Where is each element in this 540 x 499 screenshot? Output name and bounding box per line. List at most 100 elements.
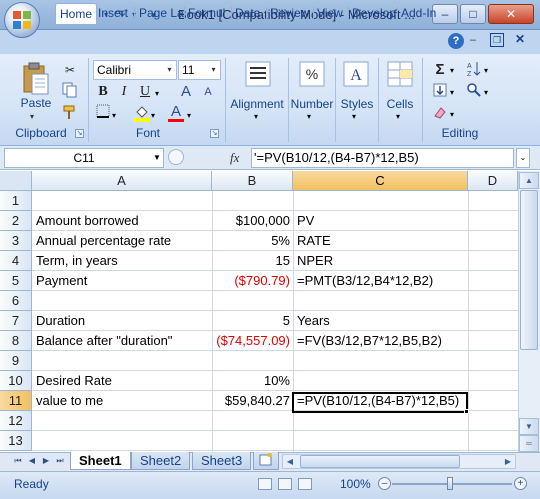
cell-c3[interactable]: RATE bbox=[294, 231, 468, 251]
cell-c2[interactable]: PV bbox=[294, 211, 468, 231]
sheet-tab-1[interactable]: Sheet1 bbox=[70, 452, 131, 470]
sort-filter-icon[interactable]: AZ bbox=[464, 60, 484, 80]
row-header[interactable]: 9 bbox=[0, 351, 32, 371]
cell-a3[interactable]: Annual percentage rate bbox=[33, 231, 212, 251]
page-layout-view-icon[interactable] bbox=[278, 478, 292, 490]
insert-sheet-icon[interactable] bbox=[253, 452, 279, 470]
cells-icon[interactable] bbox=[386, 60, 414, 90]
close-button[interactable]: ✕ bbox=[488, 4, 534, 24]
prev-sheet-icon[interactable]: ◀ bbox=[26, 455, 38, 467]
column-header-d[interactable]: D bbox=[468, 171, 518, 191]
fill-color-dropdown-icon[interactable]: ▾ bbox=[151, 111, 155, 120]
cell-b2[interactable]: $100,000 bbox=[213, 211, 293, 231]
cell-c5[interactable]: =PMT(B3/12,B4*12,B2) bbox=[294, 271, 468, 291]
cells-dropdown-icon[interactable]: ▾ bbox=[396, 112, 400, 121]
clipboard-dialog-launcher-icon[interactable]: ↘ bbox=[75, 129, 84, 138]
borders-dropdown-icon[interactable]: ▾ bbox=[112, 111, 116, 120]
alignment-button[interactable]: Alignment bbox=[228, 97, 286, 111]
styles-button[interactable]: Styles bbox=[337, 97, 377, 111]
paste-dropdown-icon[interactable]: ▾ bbox=[30, 112, 34, 121]
grow-font-button[interactable]: A bbox=[176, 82, 196, 102]
cell-a10[interactable]: Desired Rate bbox=[33, 371, 212, 391]
cell-b7[interactable]: 5 bbox=[213, 311, 293, 331]
cell-b10[interactable]: 10% bbox=[213, 371, 293, 391]
cell-a7[interactable]: Duration bbox=[33, 311, 212, 331]
scroll-down-icon[interactable]: ▼ bbox=[519, 418, 539, 435]
paste-button[interactable]: Paste bbox=[18, 96, 54, 110]
styles-dropdown-icon[interactable]: ▾ bbox=[352, 112, 356, 121]
scroll-up-icon[interactable]: ▲ bbox=[519, 172, 539, 189]
find-select-dropdown-icon[interactable]: ▾ bbox=[484, 88, 488, 97]
insert-function-button[interactable]: fx bbox=[230, 148, 239, 168]
zoom-slider-thumb[interactable] bbox=[447, 477, 453, 490]
cell-b8[interactable]: ($74,557.09) bbox=[213, 331, 293, 351]
clear-dropdown-icon[interactable]: ▾ bbox=[450, 110, 454, 119]
bold-button[interactable]: B bbox=[93, 82, 113, 102]
zoom-out-icon[interactable]: – bbox=[378, 477, 391, 490]
find-select-icon[interactable] bbox=[464, 82, 484, 102]
column-header-a[interactable]: A bbox=[32, 171, 212, 191]
borders-icon[interactable] bbox=[93, 104, 113, 124]
tab-review[interactable]: Review bbox=[266, 3, 313, 24]
row-header[interactable]: 5 bbox=[0, 271, 32, 291]
zoom-in-icon[interactable]: + bbox=[514, 477, 527, 490]
number-button[interactable]: Number bbox=[289, 97, 335, 111]
scroll-right-icon[interactable]: ▶ bbox=[502, 455, 514, 468]
fill-icon[interactable] bbox=[430, 82, 450, 102]
ribbon-restore-icon[interactable]: ❐ bbox=[490, 33, 504, 47]
tab-add-ins[interactable]: Add-In bbox=[397, 3, 440, 24]
shrink-font-button[interactable]: A bbox=[198, 82, 218, 102]
workbook-close-icon[interactable]: ✕ bbox=[515, 32, 525, 46]
sheet-tab-3[interactable]: Sheet3 bbox=[192, 452, 252, 470]
underline-dropdown-icon[interactable]: ▾ bbox=[155, 89, 159, 98]
last-sheet-icon[interactable]: ⏭ bbox=[54, 455, 66, 467]
row-header[interactable]: 1 bbox=[0, 191, 32, 211]
copy-icon[interactable] bbox=[60, 82, 80, 102]
cell-b11[interactable]: $59,840.27 bbox=[213, 391, 293, 411]
ribbon-minimize-icon[interactable]: – bbox=[470, 34, 476, 46]
row-header[interactable]: 10 bbox=[0, 371, 32, 391]
autosum-icon[interactable]: Σ bbox=[430, 60, 450, 80]
column-header-c[interactable]: C bbox=[293, 171, 468, 191]
font-dialog-launcher-icon[interactable]: ↘ bbox=[210, 129, 219, 138]
name-box[interactable]: C11 bbox=[4, 148, 164, 168]
help-icon[interactable]: ? bbox=[448, 33, 464, 49]
normal-view-icon[interactable] bbox=[258, 478, 272, 490]
select-all-corner[interactable] bbox=[0, 171, 32, 191]
sheet-tab-2[interactable]: Sheet2 bbox=[131, 452, 191, 470]
tab-formulas[interactable]: Formul bbox=[184, 3, 229, 24]
row-header[interactable]: 11 bbox=[0, 391, 32, 411]
tab-page-layout[interactable]: Page La bbox=[135, 3, 188, 24]
font-name-dropdown-icon[interactable]: ▾ bbox=[163, 61, 176, 79]
cell-a11[interactable]: value to me bbox=[33, 391, 212, 411]
scroll-left-icon[interactable]: ◀ bbox=[284, 455, 296, 468]
cell-b5[interactable]: ($790.79) bbox=[213, 271, 293, 291]
cell-c7[interactable]: Years bbox=[294, 311, 468, 331]
maximize-button[interactable]: □ bbox=[460, 4, 486, 24]
tab-view[interactable]: View bbox=[313, 3, 347, 24]
cells-button[interactable]: Cells bbox=[380, 97, 420, 111]
formula-bar-grip-icon[interactable] bbox=[168, 149, 184, 165]
row-header[interactable]: 8 bbox=[0, 331, 32, 351]
cell-b3[interactable]: 5% bbox=[213, 231, 293, 251]
fill-handle[interactable] bbox=[464, 409, 469, 414]
number-dropdown-icon[interactable]: ▾ bbox=[307, 112, 311, 121]
underline-button[interactable]: U bbox=[135, 82, 155, 102]
cut-icon[interactable]: ✂ bbox=[60, 60, 80, 80]
worksheet-grid[interactable]: A B C D 1 2 3 4 5 6 7 8 9 10 11 12 13 Am… bbox=[0, 171, 518, 454]
alignment-icon[interactable] bbox=[244, 60, 272, 90]
alignment-dropdown-icon[interactable]: ▾ bbox=[254, 112, 258, 121]
vertical-scroll-thumb[interactable] bbox=[520, 190, 538, 350]
name-box-dropdown-icon[interactable]: ▼ bbox=[150, 148, 164, 168]
first-sheet-icon[interactable]: ⏮ bbox=[12, 455, 24, 467]
row-header[interactable]: 4 bbox=[0, 251, 32, 271]
row-header[interactable]: 3 bbox=[0, 231, 32, 251]
cell-c4[interactable]: NPER bbox=[294, 251, 468, 271]
horizontal-scroll-thumb[interactable] bbox=[300, 455, 460, 468]
cell-c8[interactable]: =FV(B3/12,B7*12,B5,B2) bbox=[294, 331, 468, 351]
row-header[interactable]: 7 bbox=[0, 311, 32, 331]
tab-data[interactable]: Data bbox=[231, 3, 264, 24]
tab-insert[interactable]: Insert bbox=[94, 3, 132, 24]
cell-a5[interactable]: Payment bbox=[33, 271, 212, 291]
tab-developer[interactable]: Develop bbox=[348, 3, 400, 24]
